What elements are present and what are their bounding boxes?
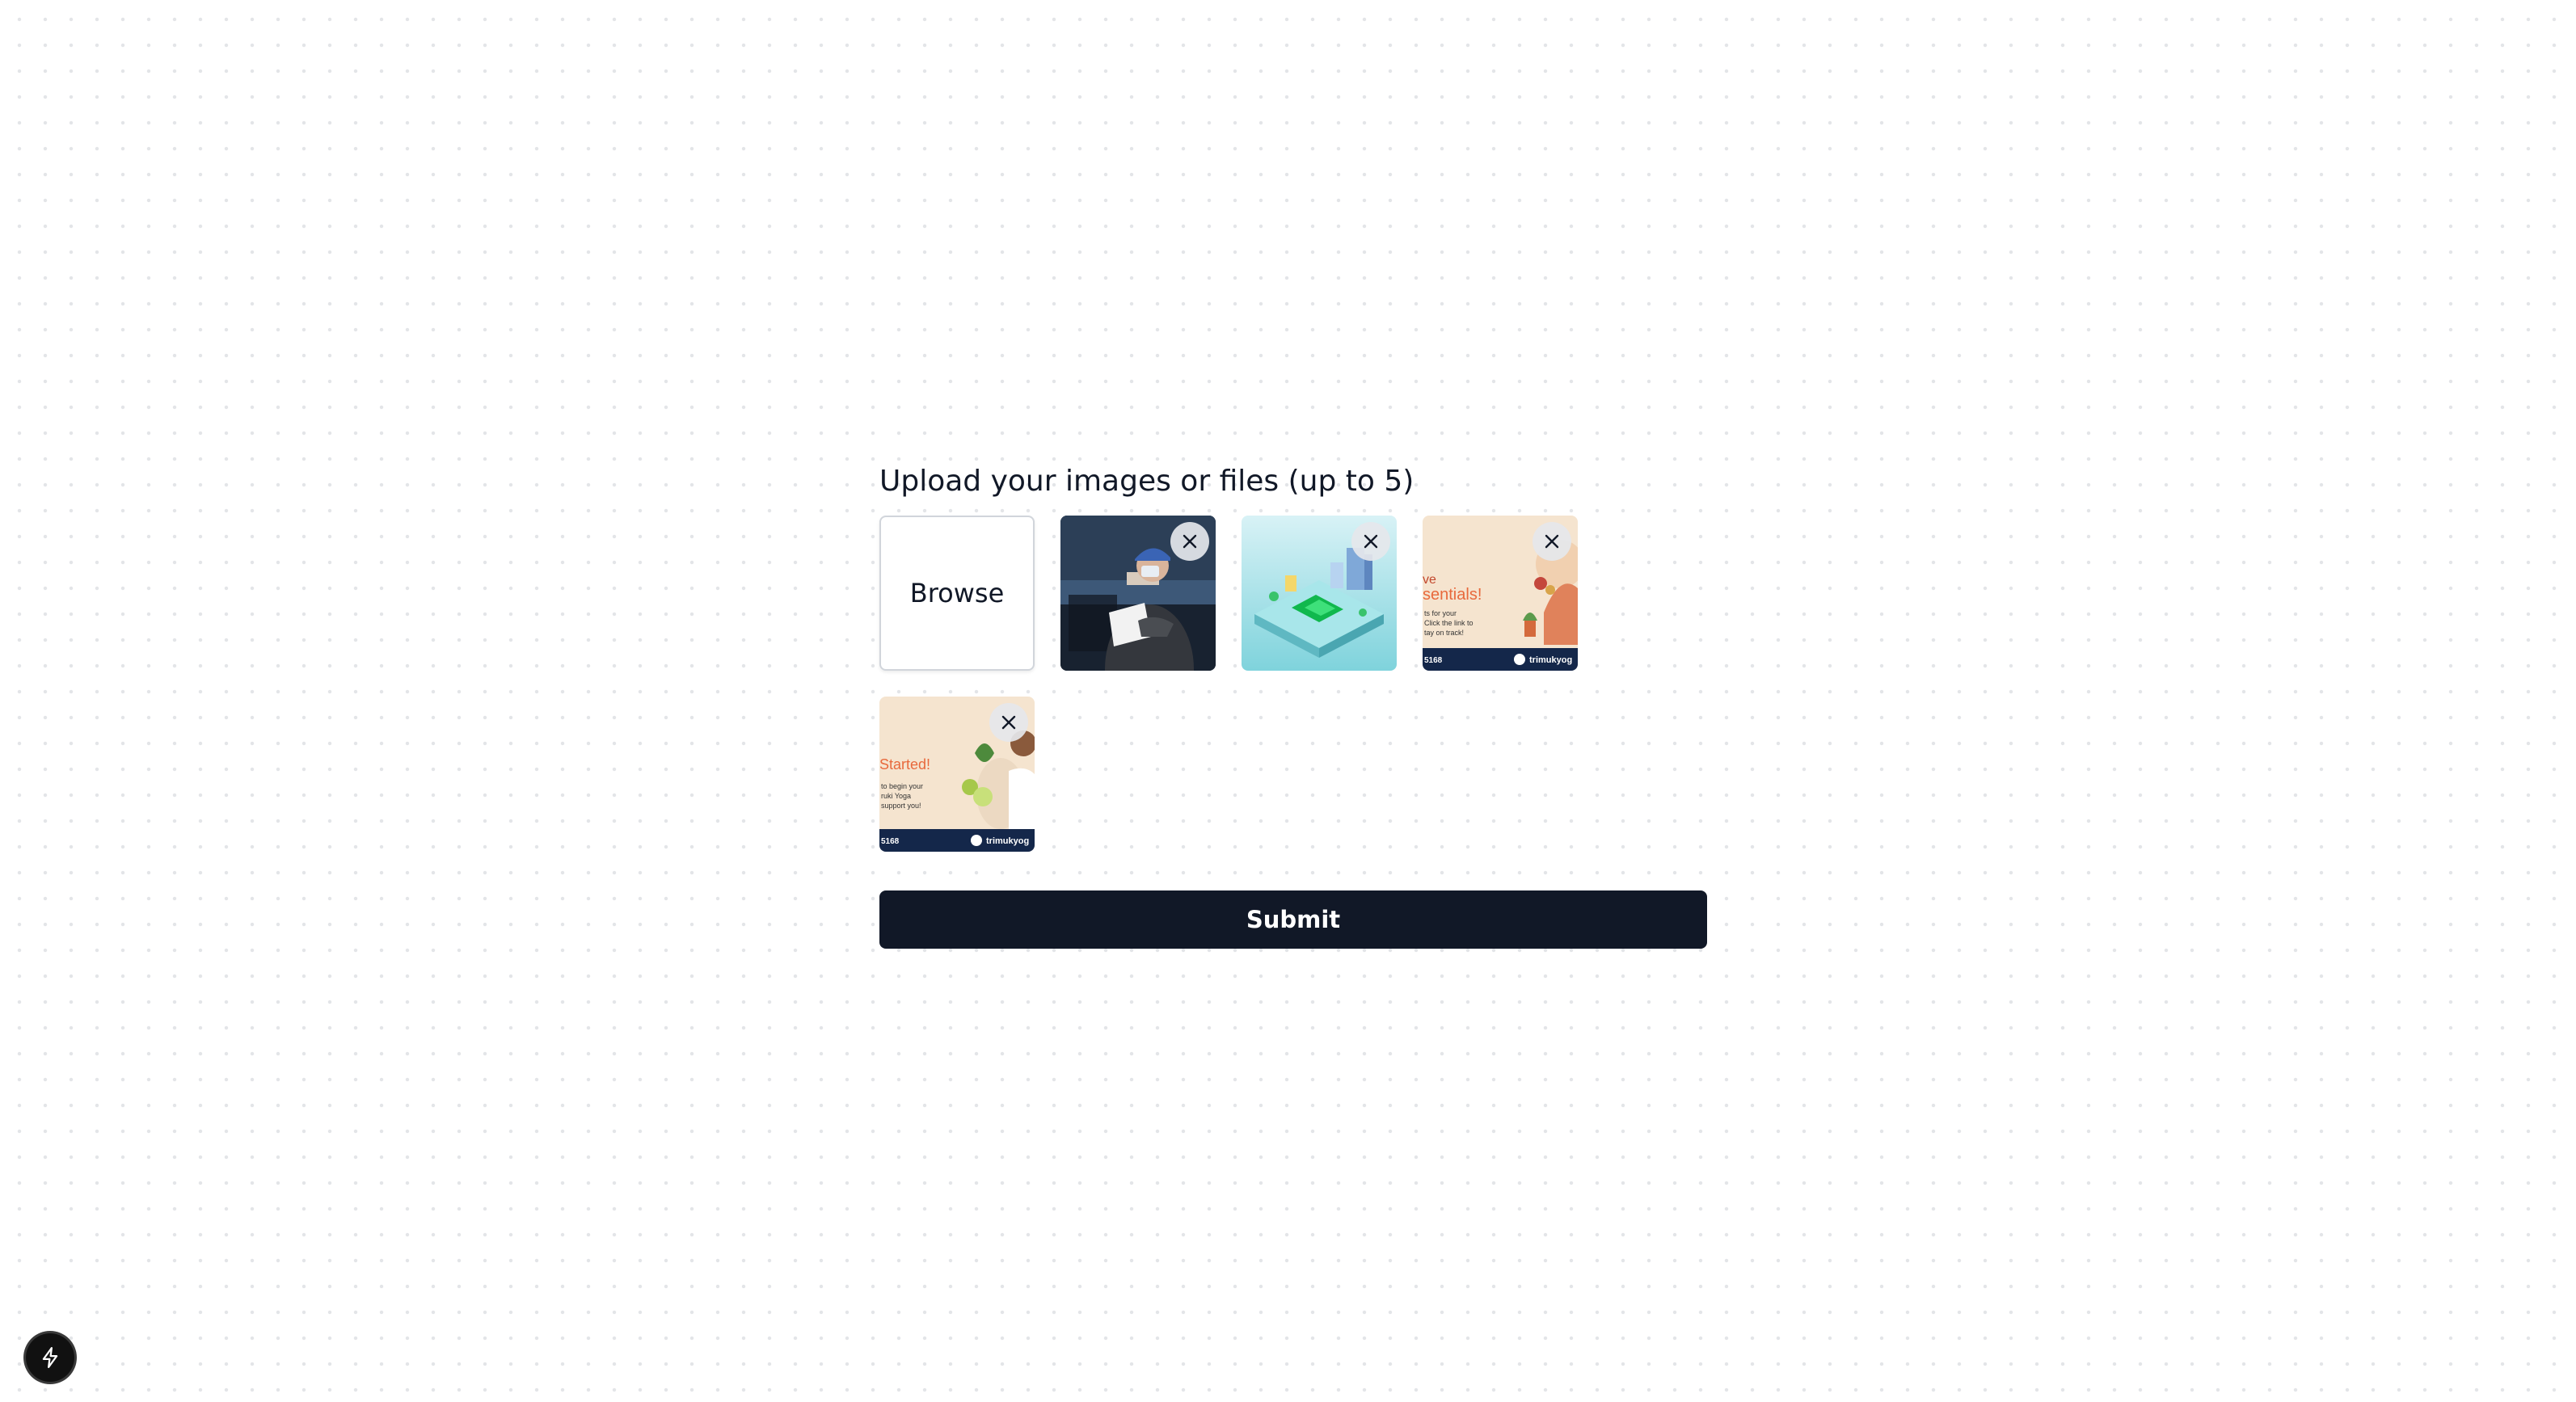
banner-line-1: ve xyxy=(1423,573,1436,587)
banner-line-4: Click the link to xyxy=(1424,619,1474,627)
banner-line-3: ts for your xyxy=(1424,609,1457,617)
banner-line-2: to begin your xyxy=(881,782,923,790)
banner-line-3: ruki Yoga xyxy=(881,792,911,800)
remove-file-button[interactable] xyxy=(989,703,1028,742)
close-icon xyxy=(1183,534,1197,549)
file-thumbnail: Started! to begin your ruki Yoga support… xyxy=(879,697,1035,852)
file-thumbnail: ve sentials! ts for your Click the link … xyxy=(1423,516,1578,671)
remove-file-button[interactable] xyxy=(1351,522,1390,561)
upload-form: Upload your images or files (up to 5) Br… xyxy=(879,462,1707,949)
upload-title: Upload your images or files (up to 5) xyxy=(879,465,1414,498)
banner-line-2: sentials! xyxy=(1423,586,1482,604)
dev-tools-button[interactable] xyxy=(26,1333,74,1382)
close-icon xyxy=(1545,534,1559,549)
close-icon xyxy=(1001,715,1016,730)
browse-button[interactable]: Browse xyxy=(879,516,1035,671)
submit-button[interactable]: Submit xyxy=(879,890,1707,949)
remove-file-button[interactable] xyxy=(1533,522,1571,561)
file-grid: Browse ve sentials! ts for your Click th… xyxy=(879,516,1578,852)
banner-line-5: tay on track! xyxy=(1424,629,1464,637)
file-thumbnail xyxy=(1060,516,1216,671)
banner-footer-brand: trimukyog xyxy=(1529,655,1572,665)
remove-file-button[interactable] xyxy=(1170,522,1209,561)
banner-footer-number: 5168 xyxy=(1424,656,1443,665)
lightning-icon xyxy=(42,1347,58,1368)
banner-footer-number: 5168 xyxy=(881,837,900,846)
banner-line-4: support you! xyxy=(881,802,921,810)
banner-footer-brand: trimukyog xyxy=(986,836,1029,846)
close-icon xyxy=(1364,534,1378,549)
file-thumbnail xyxy=(1242,516,1397,671)
banner-line-1: Started! xyxy=(879,756,930,773)
